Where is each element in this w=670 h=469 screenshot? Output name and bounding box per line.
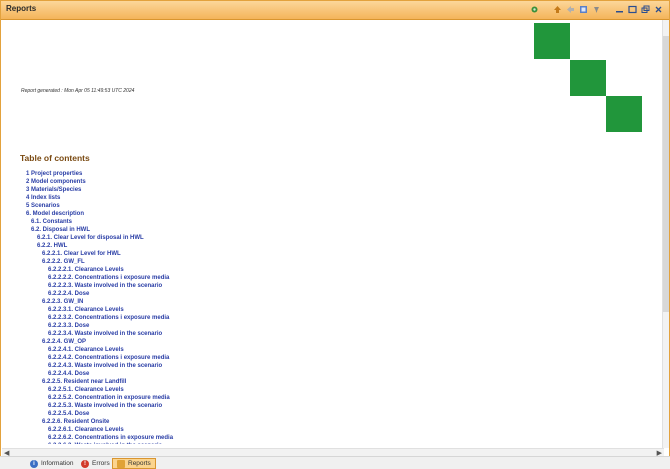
toc-link[interactable]: 6.2.2.5. Resident near Landfill: [2, 378, 602, 386]
back-icon[interactable]: [566, 4, 575, 15]
restore-icon[interactable]: [641, 4, 650, 15]
logo-block-2: [570, 60, 606, 96]
toc-link[interactable]: 6.2.2. HWL: [2, 242, 602, 250]
report-icon: [117, 459, 125, 468]
info-icon: i: [30, 459, 38, 468]
bottom-tab-bar: i Information ! Errors Reports: [0, 456, 670, 469]
toc-link[interactable]: 3 Materials/Species: [2, 186, 602, 194]
toc-link[interactable]: 6.2.2.5.3. Waste involved in the scenari…: [2, 402, 602, 410]
toc-link[interactable]: 6.2.2.6.3. Waste involved in the scenari…: [2, 442, 602, 444]
toc-link[interactable]: 6.2.2.6. Resident Onsite: [2, 418, 602, 426]
tab-information[interactable]: i Information: [26, 458, 78, 469]
logo-block-1: [534, 23, 570, 59]
tab-errors[interactable]: ! Errors: [77, 458, 114, 469]
gear-icon[interactable]: [530, 4, 539, 15]
pin-icon[interactable]: [592, 4, 601, 15]
toc-link[interactable]: 6.2.2.2.4. Dose: [2, 290, 602, 298]
close-icon[interactable]: [654, 4, 663, 15]
up-icon[interactable]: [553, 4, 562, 15]
toc-link[interactable]: 6.2.2.6.2. Concentrations in exposure me…: [2, 434, 602, 442]
vertical-scroll-thumb[interactable]: [663, 36, 669, 312]
tab-errors-label: Errors: [92, 460, 110, 467]
toc-link[interactable]: 6.2.2.3.3. Dose: [2, 322, 602, 330]
toc-link[interactable]: 6.2. Disposal in HWL: [2, 226, 602, 234]
toc-link[interactable]: 6.2.2.2.3. Waste involved in the scenari…: [2, 282, 602, 290]
toc-link[interactable]: 6.2.2.2.2. Concentrations i exposure med…: [2, 274, 602, 282]
settings-icon[interactable]: [579, 4, 588, 15]
reports-window: Reports Report generated: Mon Apr 05 11…: [0, 0, 670, 469]
toc-link[interactable]: 6.2.2.5.2. Concentration in exposure med…: [2, 394, 602, 402]
toc-link[interactable]: 6.2.2.5.1. Clearance Levels: [2, 386, 602, 394]
title-bar: Reports: [1, 1, 669, 20]
toc-link[interactable]: 4 Index lists: [2, 194, 602, 202]
toc-link[interactable]: 6.2.2.2. GW_FL: [2, 258, 602, 266]
toc-link[interactable]: 6.2.2.3. GW_IN: [2, 298, 602, 306]
tab-information-label: Information: [41, 460, 74, 467]
maximize-icon[interactable]: [628, 4, 637, 15]
toc-link[interactable]: 6.2.1. Clear Level for disposal in HWL: [2, 234, 602, 242]
toc-link[interactable]: 6. Model description: [2, 210, 602, 218]
toc-link[interactable]: 6.2.2.1. Clear Level for HWL: [2, 250, 602, 258]
toc-link[interactable]: 5 Scenarios: [2, 202, 602, 210]
toc-link[interactable]: 6.2.2.2.1. Clearance Levels: [2, 266, 602, 274]
window-title: Reports: [6, 4, 37, 13]
toc-link[interactable]: 6.2.2.5.4. Dose: [2, 410, 602, 418]
toc-link[interactable]: 6.2.2.6.1. Clearance Levels: [2, 426, 602, 434]
toc-link[interactable]: 6.1. Constants: [2, 218, 602, 226]
toc-link[interactable]: 6.2.2.4.4. Dose: [2, 370, 602, 378]
tab-reports[interactable]: Reports: [112, 458, 156, 469]
toc-link[interactable]: 6.2.2.3.1. Clearance Levels: [2, 306, 602, 314]
error-icon: !: [81, 459, 89, 468]
tab-reports-label: Reports: [128, 460, 151, 467]
toc-link[interactable]: 6.2.2.4. GW_OP: [2, 338, 602, 346]
toc-link[interactable]: 6.2.2.4.3. Waste involved in the scenari…: [2, 362, 602, 370]
logo-block-3: [606, 96, 642, 132]
report-content[interactable]: Report generated : Mon Apr 05 11:49:53 U…: [2, 20, 664, 444]
toc-title: Table of contents: [20, 153, 90, 163]
table-of-contents: 1 Project properties 2 Model components 3 …: [2, 170, 602, 444]
title-bar-toolbar: [530, 4, 663, 15]
vertical-scrollbar[interactable]: [662, 20, 669, 448]
minimize-icon[interactable]: [615, 4, 624, 15]
toc-link[interactable]: 1 Project properties: [2, 170, 602, 178]
report-generated-text: Report generated : Mon Apr 05 11:49:53 U…: [21, 88, 135, 94]
toc-link[interactable]: 6.2.2.4.1. Clearance Levels: [2, 346, 602, 354]
toc-link[interactable]: 2 Model components: [2, 178, 602, 186]
toc-link[interactable]: 6.2.2.3.2. Concentrations i exposure med…: [2, 314, 602, 322]
toc-link[interactable]: 6.2.2.4.2. Concentrations i exposure med…: [2, 354, 602, 362]
toc-link[interactable]: 6.2.2.3.4. Waste involved in the scenari…: [2, 330, 602, 338]
